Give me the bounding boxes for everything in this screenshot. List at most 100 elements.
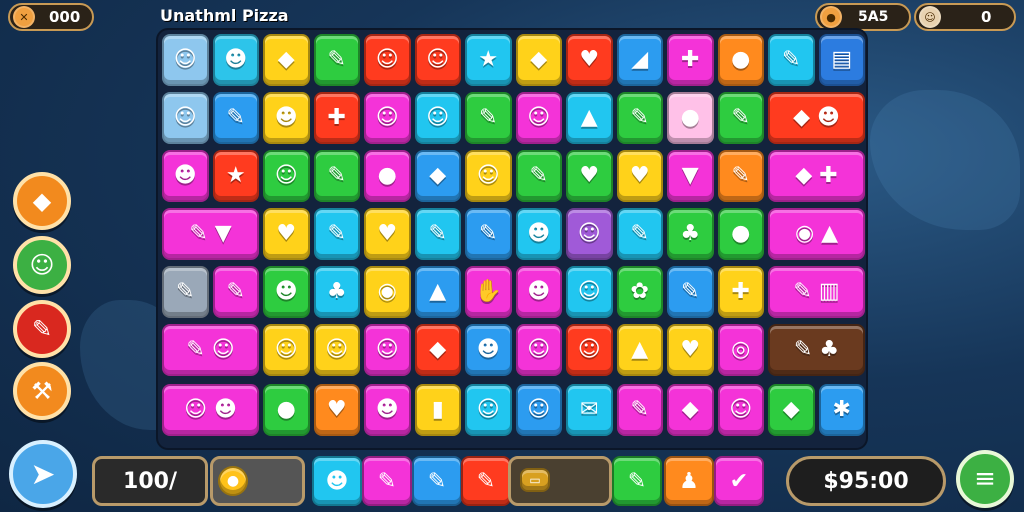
- board-tile[interactable]: ✎: [313, 34, 360, 86]
- board-tile[interactable]: ☺: [566, 266, 613, 318]
- board-tile[interactable]: ☺: [515, 384, 562, 436]
- board-tile[interactable]: ☺: [566, 208, 613, 260]
- board-tile[interactable]: ☺: [414, 34, 461, 86]
- board-tile[interactable]: ✎: [515, 150, 562, 202]
- hammer-button[interactable]: ⚒: [13, 362, 71, 420]
- board-tile[interactable]: ☻: [162, 150, 209, 202]
- board-tile[interactable]: ☻: [515, 208, 562, 260]
- board-tile[interactable]: ✎ ▼: [162, 208, 259, 260]
- board-tile[interactable]: ☺: [566, 324, 613, 376]
- board-tile[interactable]: ☻: [465, 324, 512, 376]
- board-tile[interactable]: ✎: [465, 208, 512, 260]
- board-tile[interactable]: ♥: [313, 384, 360, 436]
- board-tile[interactable]: ☻: [364, 384, 411, 436]
- board-tile[interactable]: ☺: [717, 384, 764, 436]
- board-tile[interactable]: ▤: [818, 34, 865, 86]
- board-tile[interactable]: ◆: [667, 384, 714, 436]
- board-tile[interactable]: ★: [465, 34, 512, 86]
- board-tile[interactable]: ☻: [515, 266, 562, 318]
- board-tile[interactable]: ☻: [263, 266, 310, 318]
- board-tile[interactable]: ◎: [717, 324, 764, 376]
- board-tile[interactable]: ☺: [263, 324, 310, 376]
- board-tile[interactable]: ▮: [414, 384, 461, 436]
- tray-slot[interactable]: ✎: [461, 456, 511, 506]
- board-tile[interactable]: ☺: [465, 150, 512, 202]
- board-tile[interactable]: ☺: [515, 92, 562, 144]
- board-tile[interactable]: ✱: [818, 384, 865, 436]
- board-tile[interactable]: ▲: [414, 266, 461, 318]
- board-tile[interactable]: ◆: [263, 34, 310, 86]
- board-tile[interactable]: ✎: [768, 34, 815, 86]
- board-tile[interactable]: ◉: [364, 266, 411, 318]
- board-tile[interactable]: ◆: [515, 34, 562, 86]
- board-tile[interactable]: ✎: [616, 208, 663, 260]
- board-tile[interactable]: ✎: [414, 208, 461, 260]
- board-tile[interactable]: ☺: [162, 92, 209, 144]
- tray-slot[interactable]: ✎: [612, 456, 662, 506]
- board-tile[interactable]: ●: [263, 384, 310, 436]
- board-tile[interactable]: ✋: [465, 266, 512, 318]
- board-tile[interactable]: ☺: [515, 324, 562, 376]
- board-tile[interactable]: ☻: [263, 92, 310, 144]
- character-button[interactable]: ☺: [13, 236, 71, 294]
- board-tile[interactable]: ♣: [313, 266, 360, 318]
- board-tile[interactable]: ●: [717, 34, 764, 86]
- board-tile[interactable]: ☺: [263, 150, 310, 202]
- board-tile[interactable]: ◆: [414, 324, 461, 376]
- board-tile[interactable]: ☺: [364, 34, 411, 86]
- board-tile[interactable]: ▲: [616, 324, 663, 376]
- board-tile[interactable]: ✎: [616, 384, 663, 436]
- board-tile[interactable]: ✚: [313, 92, 360, 144]
- board-tile[interactable]: ●: [717, 208, 764, 260]
- board-tile[interactable]: ☺: [313, 324, 360, 376]
- board-tile[interactable]: ✎ ♣: [768, 324, 865, 376]
- board-tile[interactable]: ☻: [212, 34, 259, 86]
- board-tile[interactable]: ✎: [465, 92, 512, 144]
- board-tile[interactable]: ◆ ☻: [768, 92, 865, 144]
- menu-button[interactable]: ≡: [956, 450, 1014, 508]
- board-tile[interactable]: ★: [212, 150, 259, 202]
- wrench-button[interactable]: ✎: [13, 300, 71, 358]
- board-tile[interactable]: ◆: [414, 150, 461, 202]
- board-tile[interactable]: ▼: [667, 150, 714, 202]
- board-tile[interactable]: ✎: [313, 208, 360, 260]
- board-tile[interactable]: ✎: [717, 150, 764, 202]
- board-tile[interactable]: ✎ ▥: [768, 266, 865, 318]
- board-tile[interactable]: ✚: [717, 266, 764, 318]
- tray-slot[interactable]: ☻: [312, 456, 362, 506]
- board-tile[interactable]: ●: [364, 150, 411, 202]
- cursor-button[interactable]: ➤: [9, 440, 77, 508]
- board-tile[interactable]: ♥: [364, 208, 411, 260]
- board-tile[interactable]: ☺: [364, 92, 411, 144]
- board-tile[interactable]: ✎: [313, 150, 360, 202]
- board-tile[interactable]: ✎: [212, 92, 259, 144]
- board-tile[interactable]: ☺: [364, 324, 411, 376]
- tray-slot[interactable]: ♟: [664, 456, 714, 506]
- tray-slot[interactable]: ✎: [412, 456, 462, 506]
- board-tile[interactable]: ♥: [263, 208, 310, 260]
- board-tile[interactable]: ◆: [768, 384, 815, 436]
- board-tile[interactable]: ✎: [212, 266, 259, 318]
- board-tile[interactable]: ◉ ▲: [768, 208, 865, 260]
- board-tile[interactable]: ✎: [667, 266, 714, 318]
- board-tile[interactable]: ✎: [616, 92, 663, 144]
- board-tile[interactable]: ♥: [566, 34, 613, 86]
- board-tile[interactable]: ✿: [616, 266, 663, 318]
- board-tile[interactable]: ✎ ☺: [162, 324, 259, 376]
- board-tile[interactable]: ●: [667, 92, 714, 144]
- board-tile[interactable]: ✚: [667, 34, 714, 86]
- board-tile[interactable]: ☺: [162, 34, 209, 86]
- board-tile[interactable]: ✎: [717, 92, 764, 144]
- tray-slot[interactable]: ✎: [362, 456, 412, 506]
- board-tile[interactable]: ♥: [616, 150, 663, 202]
- board-tile[interactable]: ♣: [667, 208, 714, 260]
- board-tile[interactable]: ♥: [566, 150, 613, 202]
- board-tile[interactable]: ▲: [566, 92, 613, 144]
- board-tile[interactable]: ◢: [616, 34, 663, 86]
- eraser-button[interactable]: ◆: [13, 172, 71, 230]
- board-tile[interactable]: ☺ ☻: [162, 384, 259, 436]
- board-tile[interactable]: ◆ ✚: [768, 150, 865, 202]
- board-tile[interactable]: ♥: [667, 324, 714, 376]
- board-tile[interactable]: ✉: [566, 384, 613, 436]
- board-tile[interactable]: ☺: [465, 384, 512, 436]
